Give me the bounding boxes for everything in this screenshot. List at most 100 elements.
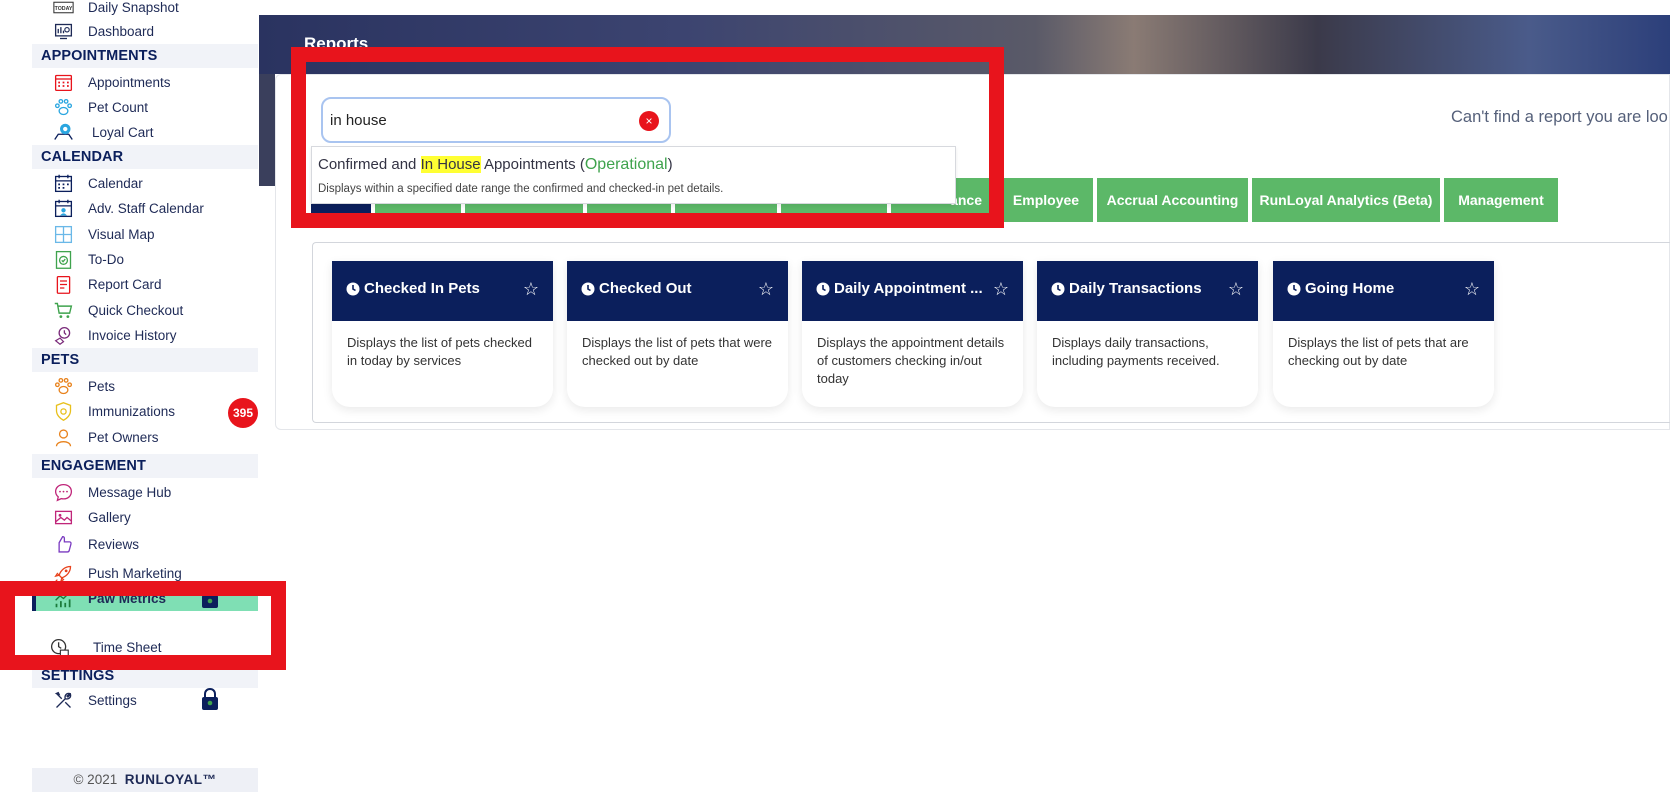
sidebar-item-label: Report Card [88, 276, 162, 292]
chat-icon [52, 481, 74, 503]
sidebar-item-paw-metrics[interactable]: Paw Metrics [32, 585, 258, 611]
report-card-header: Checked Out ☆ [567, 261, 788, 321]
result-title-close: ) [667, 156, 673, 173]
result-title-prefix: Confirmed and [318, 156, 421, 173]
report-card-header: Going Home ☆ [1273, 261, 1494, 321]
report-card[interactable]: Going Home ☆ Displays the list of pets t… [1273, 261, 1494, 407]
report-card-description: Displays daily transactions, including p… [1052, 335, 1220, 368]
today-icon: TODAY [52, 0, 74, 18]
sidebar-item-label: Daily Snapshot [88, 0, 179, 15]
sidebar-item-immunizations[interactable]: Immunizations [32, 398, 258, 424]
report-card-title: Going Home [1305, 280, 1395, 297]
cant-find-report-text[interactable]: Can't find a report you are loo [1451, 108, 1668, 127]
clear-search-button[interactable]: × [639, 111, 659, 131]
sidebar-item-quick-checkout[interactable]: Quick Checkout [32, 297, 258, 323]
sidebar-item-label: To-Do [88, 251, 125, 267]
clock-icon [1287, 282, 1301, 296]
sidebar-item-invoice-history[interactable]: Invoice History [32, 322, 258, 348]
dashboard-icon [52, 20, 74, 42]
report-card-icon [52, 273, 74, 295]
report-search-input[interactable] [330, 108, 630, 132]
report-card[interactable]: Daily Transactions ☆ Displays daily tran… [1037, 261, 1258, 407]
search-result-item[interactable]: Confirmed and In House Appointments (Ope… [318, 156, 673, 174]
clock-icon [816, 282, 830, 296]
tab-runloyal-analytics[interactable]: RunLoyal Analytics (Beta) [1252, 178, 1440, 222]
sidebar-item-label: Reviews [88, 537, 140, 552]
paw-icon [52, 96, 74, 118]
sidebar-item-reviews[interactable]: Reviews [32, 533, 258, 553]
sidebar-footer: © 2021 RUNLOYAL™ [32, 768, 258, 792]
sidebar-item-message-hub[interactable]: Message Hub [32, 479, 258, 505]
tab-employee[interactable]: Employee [999, 178, 1093, 222]
sidebar-item-label: Quick Checkout [88, 302, 184, 318]
sidebar-item-calendar[interactable]: Calendar [32, 170, 258, 196]
report-card-description: Displays the list of pets that were chec… [582, 335, 773, 368]
svg-text:TODAY: TODAY [54, 6, 72, 12]
section-settings: SETTINGS [32, 664, 258, 688]
report-card[interactable]: Daily Appointment ... ☆ Displays the app… [802, 261, 1023, 407]
sidebar-item-label: Invoice History [88, 327, 177, 343]
favorite-star-icon[interactable]: ☆ [1464, 279, 1480, 300]
thumbs-up-icon [52, 533, 74, 553]
checkout-cart-icon [52, 299, 74, 321]
todo-icon [52, 248, 74, 270]
clock-icon [581, 282, 595, 296]
result-title-highlight: In House [420, 156, 481, 173]
sidebar-item-label: Time Sheet [93, 639, 162, 655]
result-category: Operational [584, 156, 668, 173]
sidebar-item-visual-map[interactable]: Visual Map [32, 221, 258, 247]
copyright-text: © 2021 [73, 772, 118, 787]
sidebar-item-label: Immunizations [88, 403, 176, 419]
sidebar-item-to-do[interactable]: To-Do [32, 246, 258, 272]
sidebar-item-label: Pet Count [88, 99, 149, 115]
report-card-description: Displays the list of pets that are check… [1288, 335, 1469, 368]
header-banner [259, 15, 1670, 74]
sidebar-item-settings[interactable]: Settings [32, 687, 258, 713]
gallery-icon [52, 506, 74, 528]
sidebar-item-pet-owners[interactable]: Pet Owners [32, 424, 258, 450]
report-card[interactable]: Checked In Pets ☆ Displays the list of p… [332, 261, 553, 407]
sidebar-item-loyal-cart[interactable]: Loyal Cart [32, 119, 258, 145]
search-results-dropdown: Confirmed and In House Appointments (Ope… [311, 146, 956, 204]
rocket-icon [52, 562, 74, 584]
sidebar-item-label: Appointments [88, 74, 171, 90]
sidebar-item-label: Pet Owners [88, 429, 159, 445]
sidebar-item-daily-snapshot[interactable]: TODAY Daily Snapshot [32, 0, 258, 20]
sidebar-item-dashboard[interactable]: Dashboard [32, 18, 258, 44]
tab-management[interactable]: Management [1444, 178, 1558, 222]
report-card-header: Checked In Pets ☆ [332, 261, 553, 321]
sidebar-item-push-marketing[interactable]: Push Marketing [32, 560, 258, 586]
appointments-calendar-icon [52, 71, 74, 93]
search-result-description: Displays within a specified date range t… [318, 183, 724, 195]
sidebar-item-label: Loyal Cart [92, 124, 154, 140]
header-banner-edge [259, 74, 275, 186]
sidebar-item-appointments[interactable]: Appointments [32, 69, 258, 95]
favorite-star-icon[interactable]: ☆ [758, 279, 774, 300]
invoice-icon [52, 324, 74, 346]
sidebar-item-gallery[interactable]: Gallery [32, 504, 258, 530]
sidebar-item-label: Push Marketing [88, 565, 182, 581]
cart-icon [52, 121, 74, 143]
report-search-box: × [321, 97, 671, 143]
section-engagement: ENGAGEMENT [32, 454, 258, 478]
sidebar-item-report-card[interactable]: Report Card [32, 271, 258, 297]
sidebar-item-time-sheet[interactable]: Time Sheet [32, 634, 258, 660]
report-card-title: Checked Out [599, 280, 692, 297]
sidebar-item-pets[interactable]: Pets [32, 373, 258, 399]
report-card[interactable]: Checked Out ☆ Displays the list of pets … [567, 261, 788, 407]
sidebar-item-label: Gallery [88, 509, 131, 525]
tab-accrual-accounting[interactable]: Accrual Accounting [1097, 178, 1248, 222]
section-appointments: APPOINTMENTS [32, 44, 258, 68]
sidebar-item-pet-count[interactable]: Pet Count [32, 94, 258, 120]
favorite-star-icon[interactable]: ☆ [1228, 279, 1244, 300]
report-card-header: Daily Transactions ☆ [1037, 261, 1258, 321]
sidebar-item-adv-staff-calendar[interactable]: Adv. Staff Calendar [32, 195, 258, 221]
favorite-star-icon[interactable]: ☆ [523, 279, 539, 300]
report-card-title: Daily Appointment ... [834, 280, 983, 297]
sidebar-item-label: Message Hub [88, 484, 172, 500]
brand-text: RUNLOYAL™ [124, 772, 217, 787]
favorite-star-icon[interactable]: ☆ [993, 279, 1009, 300]
section-pets: PETS [32, 348, 258, 372]
metrics-chart-icon [52, 587, 74, 609]
clock-icon [346, 282, 360, 296]
